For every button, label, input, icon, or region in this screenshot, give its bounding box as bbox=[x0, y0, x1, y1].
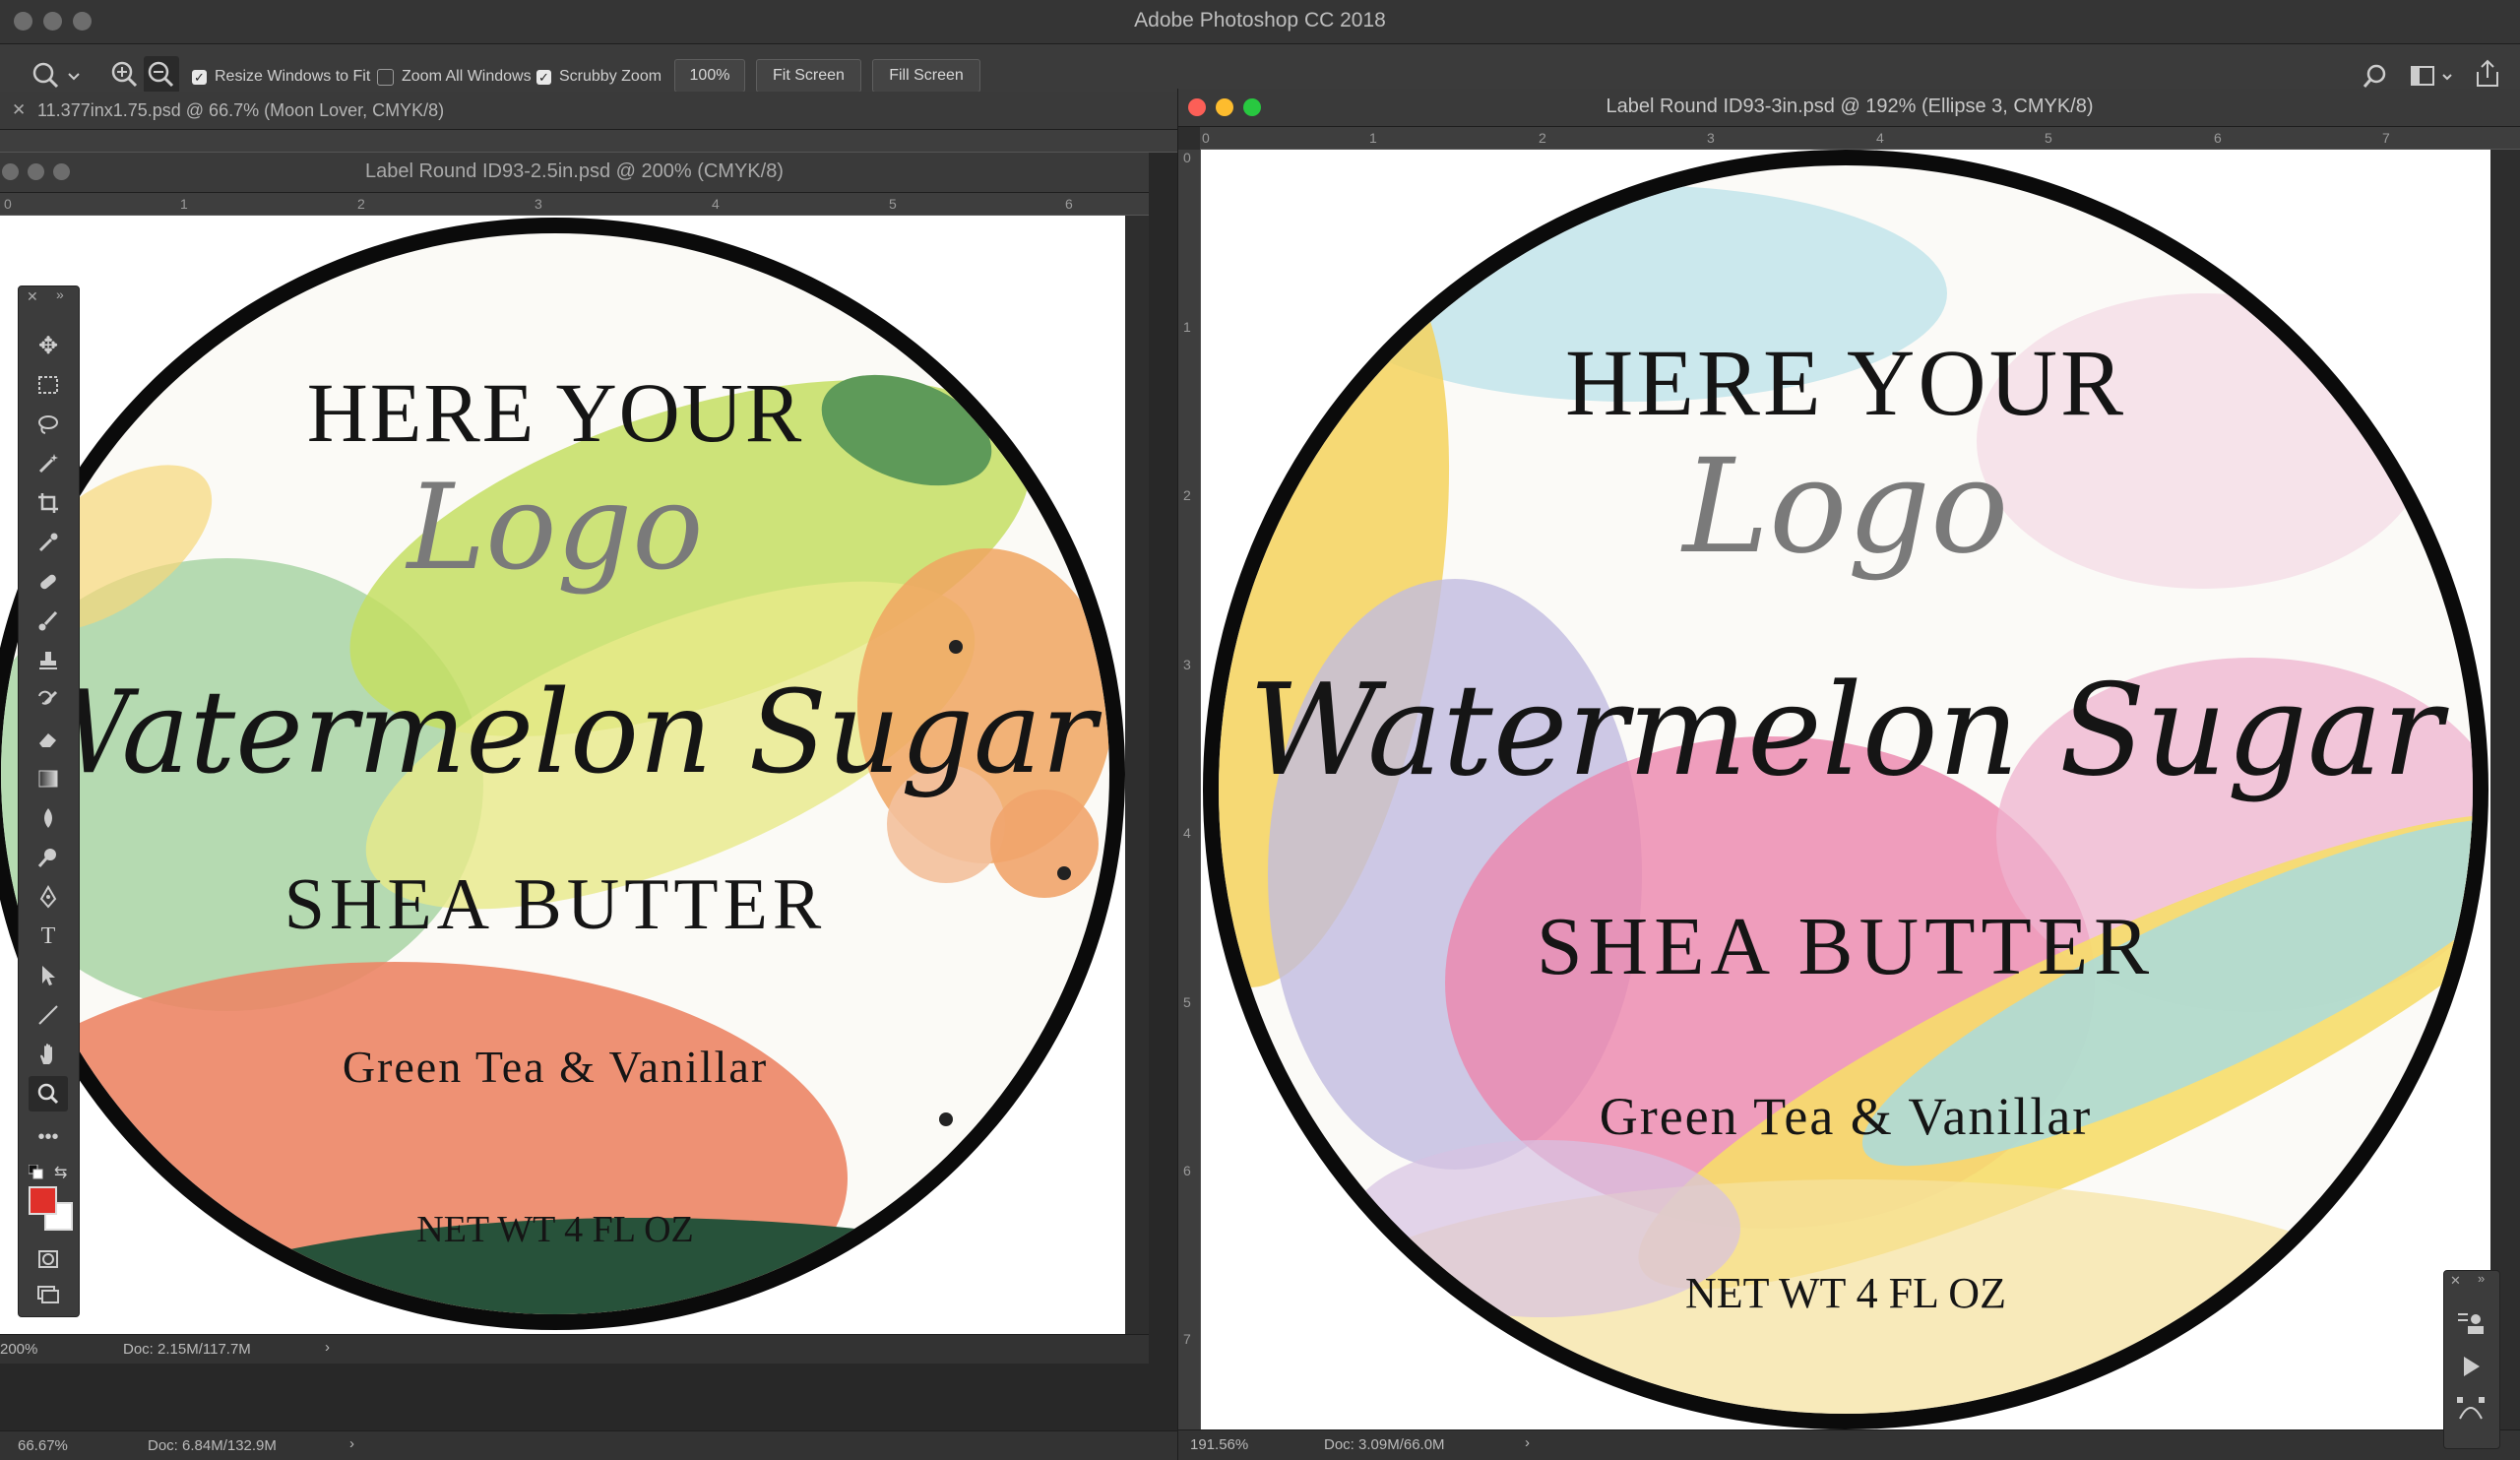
right-horizontal-ruler[interactable]: 0 1 2 3 4 5 6 7 bbox=[1200, 127, 2520, 150]
right-vertical-ruler[interactable]: 0 1 2 3 4 5 6 7 bbox=[1178, 150, 1201, 1429]
scrubby-zoom-checkbox[interactable]: ✓ Scrubby Zoom bbox=[536, 68, 662, 86]
left-vertical-scrollbar[interactable] bbox=[1125, 216, 1149, 1335]
dodge-tool-icon[interactable] bbox=[29, 840, 68, 875]
label-logo: Logo bbox=[1682, 431, 2009, 583]
zoom-out-icon[interactable] bbox=[144, 56, 179, 94]
label-product-type: SHEA BUTTER bbox=[284, 864, 827, 945]
hand-tool-icon[interactable] bbox=[29, 1037, 68, 1072]
right-window-title: Label Round ID93-3in.psd @ 192% (Ellipse… bbox=[1606, 95, 2094, 117]
history-brush-tool-icon[interactable] bbox=[29, 682, 68, 718]
resize-windows-checkbox[interactable]: ✓ Resize Windows to Fit bbox=[192, 68, 370, 86]
zoom-all-windows-checkbox[interactable]: Zoom All Windows bbox=[377, 68, 532, 86]
brush-tool-icon[interactable] bbox=[29, 603, 68, 639]
magic-wand-tool-icon[interactable] bbox=[29, 446, 68, 481]
label-scent: Green Tea & Vanillar bbox=[342, 1042, 769, 1092]
left-zoom-level[interactable]: 200% bbox=[0, 1341, 37, 1358]
right-document-window[interactable]: Label Round ID93-3in.psd @ 192% (Ellipse… bbox=[1177, 89, 2520, 1460]
close-tab-icon[interactable]: ✕ bbox=[12, 100, 26, 120]
back-zoom-level[interactable]: 66.67% bbox=[18, 1437, 68, 1454]
back-document-tab-title: 11.377inx1.75.psd @ 66.7% (Moon Lover, C… bbox=[37, 100, 445, 120]
eraser-tool-icon[interactable] bbox=[29, 722, 68, 757]
left-canvas[interactable]: HERE YOUR Logo Watermelon Sugar SHEA BUT… bbox=[0, 216, 1125, 1335]
zoom-tool-icon bbox=[32, 62, 80, 89]
left-document-window[interactable]: Label Round ID93-2.5in.psd @ 200% (CMYK/… bbox=[0, 153, 1149, 1364]
actions-play-icon[interactable] bbox=[2458, 1354, 2484, 1384]
line-tool-icon[interactable] bbox=[29, 997, 68, 1033]
back-horizontal-ruler[interactable] bbox=[0, 130, 1177, 153]
chevron-right-icon[interactable]: › bbox=[1525, 1434, 1530, 1451]
chevron-right-icon[interactable]: › bbox=[349, 1435, 354, 1452]
right-canvas[interactable]: HERE YOUR Logo Watermelon Sugar SHEA BUT… bbox=[1201, 150, 2490, 1429]
blur-tool-icon[interactable] bbox=[29, 800, 68, 836]
lasso-tool-icon[interactable] bbox=[29, 407, 68, 442]
left-window-title-bar: Label Round ID93-2.5in.psd @ 200% (CMYK/… bbox=[0, 153, 1149, 193]
left-status-bar: 200% Doc: 2.15M/117.7M › bbox=[0, 1334, 1149, 1364]
marquee-tool-icon[interactable] bbox=[29, 367, 68, 403]
left-doc-size: Doc: 2.15M/117.7M bbox=[123, 1341, 251, 1358]
screen-mode-icon[interactable] bbox=[29, 1277, 68, 1312]
tools-panel: ✕ » ✥ T ••• ⇆ bbox=[18, 286, 80, 1317]
left-label-circle: HERE YOUR Logo Watermelon Sugar SHEA BUT… bbox=[0, 218, 1125, 1330]
label-scent: Green Tea & Vanillar bbox=[1599, 1087, 2093, 1146]
label-product-type: SHEA BUTTER bbox=[1536, 901, 2156, 992]
gradient-tool-icon[interactable] bbox=[29, 761, 68, 796]
close-panel-icon[interactable]: ✕ bbox=[2450, 1273, 2461, 1289]
collapse-panel-icon[interactable]: » bbox=[2478, 1271, 2485, 1286]
right-label-circle: HERE YOUR Logo Watermelon Sugar SHEA BUT… bbox=[1203, 150, 2488, 1429]
foreground-color-swatch[interactable] bbox=[29, 1186, 57, 1215]
pen-tool-icon[interactable] bbox=[29, 879, 68, 915]
paths-panel-icon[interactable] bbox=[2456, 1395, 2486, 1429]
close-panel-icon[interactable]: ✕ bbox=[27, 288, 38, 305]
zoom-tool-preset-picker[interactable] bbox=[30, 58, 89, 92]
move-tool-icon[interactable]: ✥ bbox=[29, 328, 68, 363]
back-doc-size: Doc: 6.84M/132.9M bbox=[148, 1437, 277, 1454]
path-selection-tool-icon[interactable] bbox=[29, 958, 68, 993]
checkbox-checked[interactable]: ✓ bbox=[536, 69, 551, 85]
type-tool-icon[interactable]: T bbox=[29, 919, 68, 954]
fill-screen-button[interactable]: Fill Screen bbox=[872, 59, 980, 93]
back-document-tab[interactable]: ✕ 11.377inx1.75.psd @ 66.7% (Moon Lover,… bbox=[0, 92, 1177, 130]
fit-screen-button[interactable]: Fit Screen bbox=[756, 59, 861, 93]
swap-colors-icon[interactable]: ⇆ bbox=[54, 1163, 67, 1182]
right-window-title-bar: Label Round ID93-3in.psd @ 192% (Ellipse… bbox=[1178, 89, 2520, 127]
clone-stamp-tool-icon[interactable] bbox=[29, 643, 68, 678]
app-title-bar: Adobe Photoshop CC 2018 bbox=[0, 0, 2520, 44]
default-colors-icon[interactable] bbox=[28, 1164, 44, 1185]
app-title: Adobe Photoshop CC 2018 bbox=[1134, 9, 1386, 32]
zoom-tool-icon[interactable] bbox=[29, 1076, 68, 1111]
label-product-name: Watermelon Sugar bbox=[14, 667, 1097, 799]
checkbox-checked[interactable]: ✓ bbox=[192, 69, 207, 85]
checkbox-unchecked[interactable] bbox=[377, 68, 394, 86]
zoom-in-icon[interactable] bbox=[108, 58, 142, 92]
label-net-weight: NET WT 4 FL OZ bbox=[416, 1209, 694, 1250]
left-window-title: Label Round ID93-2.5in.psd @ 200% (CMYK/… bbox=[365, 160, 784, 182]
right-status-bar: 191.56% Doc: 3.09M/66.0M › bbox=[1178, 1429, 2520, 1460]
right-zoom-level[interactable]: 191.56% bbox=[1190, 1436, 1248, 1453]
collapse-panel-icon[interactable]: » bbox=[56, 286, 64, 302]
chevron-right-icon[interactable]: › bbox=[325, 1339, 330, 1356]
right-doc-size: Doc: 3.09M/66.0M bbox=[1324, 1436, 1445, 1453]
properties-panel-icon[interactable] bbox=[2456, 1310, 2486, 1343]
back-status-bar: 66.67% Doc: 6.84M/132.9M › bbox=[0, 1430, 1177, 1460]
label-net-weight: NET WT 4 FL OZ bbox=[1685, 1269, 2006, 1317]
zoom-percent-field[interactable]: 100% bbox=[674, 59, 745, 93]
healing-brush-tool-icon[interactable] bbox=[29, 564, 68, 600]
quick-mask-icon[interactable] bbox=[29, 1241, 68, 1277]
eyedropper-tool-icon[interactable] bbox=[29, 525, 68, 560]
crop-tool-icon[interactable] bbox=[29, 485, 68, 521]
label-heading: HERE YOUR bbox=[1564, 330, 2127, 435]
label-heading: HERE YOUR bbox=[306, 365, 804, 460]
more-tools-icon[interactable]: ••• bbox=[29, 1119, 68, 1155]
left-horizontal-ruler[interactable]: 0 1 2 3 4 5 6 bbox=[0, 193, 1149, 216]
label-logo: Logo bbox=[407, 460, 704, 597]
label-product-name: Watermelon Sugar bbox=[1248, 658, 2443, 804]
collapsed-panels: ✕ » bbox=[2443, 1270, 2500, 1449]
